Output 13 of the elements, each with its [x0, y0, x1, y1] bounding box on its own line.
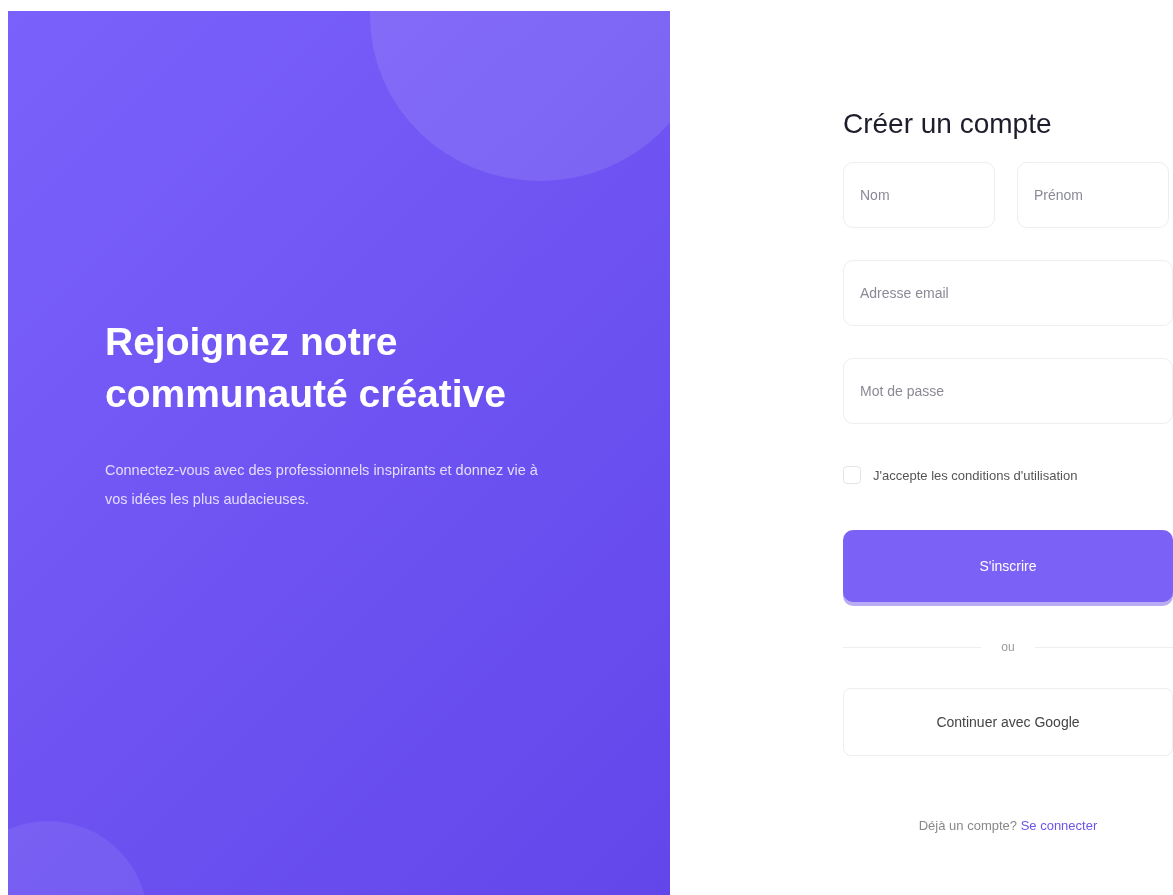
terms-label: J'accepte les conditions d'utilisation	[873, 467, 1078, 483]
name-field[interactable]: Prénom	[1017, 162, 1169, 228]
login-link[interactable]: Se connecter	[1020, 818, 1098, 833]
input-field[interactable]: Adresse email	[843, 260, 1173, 326]
divider-text: ou	[1001, 640, 1015, 654]
hero-title: Rejoignez notre communauté créative	[105, 319, 507, 417]
google-button[interactable]: Continuer avec Google	[843, 688, 1173, 756]
form-title: Créer un compte	[843, 108, 1053, 140]
input-field[interactable]: Mot de passe	[843, 358, 1173, 424]
hero-text: Connectez-vous avec des professionnels inspirants et donnez vie à vos idées les plus audacieuses.	[105, 461, 539, 509]
name-field[interactable]: Nom	[843, 162, 995, 228]
terms-checkbox[interactable]	[843, 466, 861, 484]
login-prompt: Déjà un compte? Se connecter	[917, 818, 1099, 833]
